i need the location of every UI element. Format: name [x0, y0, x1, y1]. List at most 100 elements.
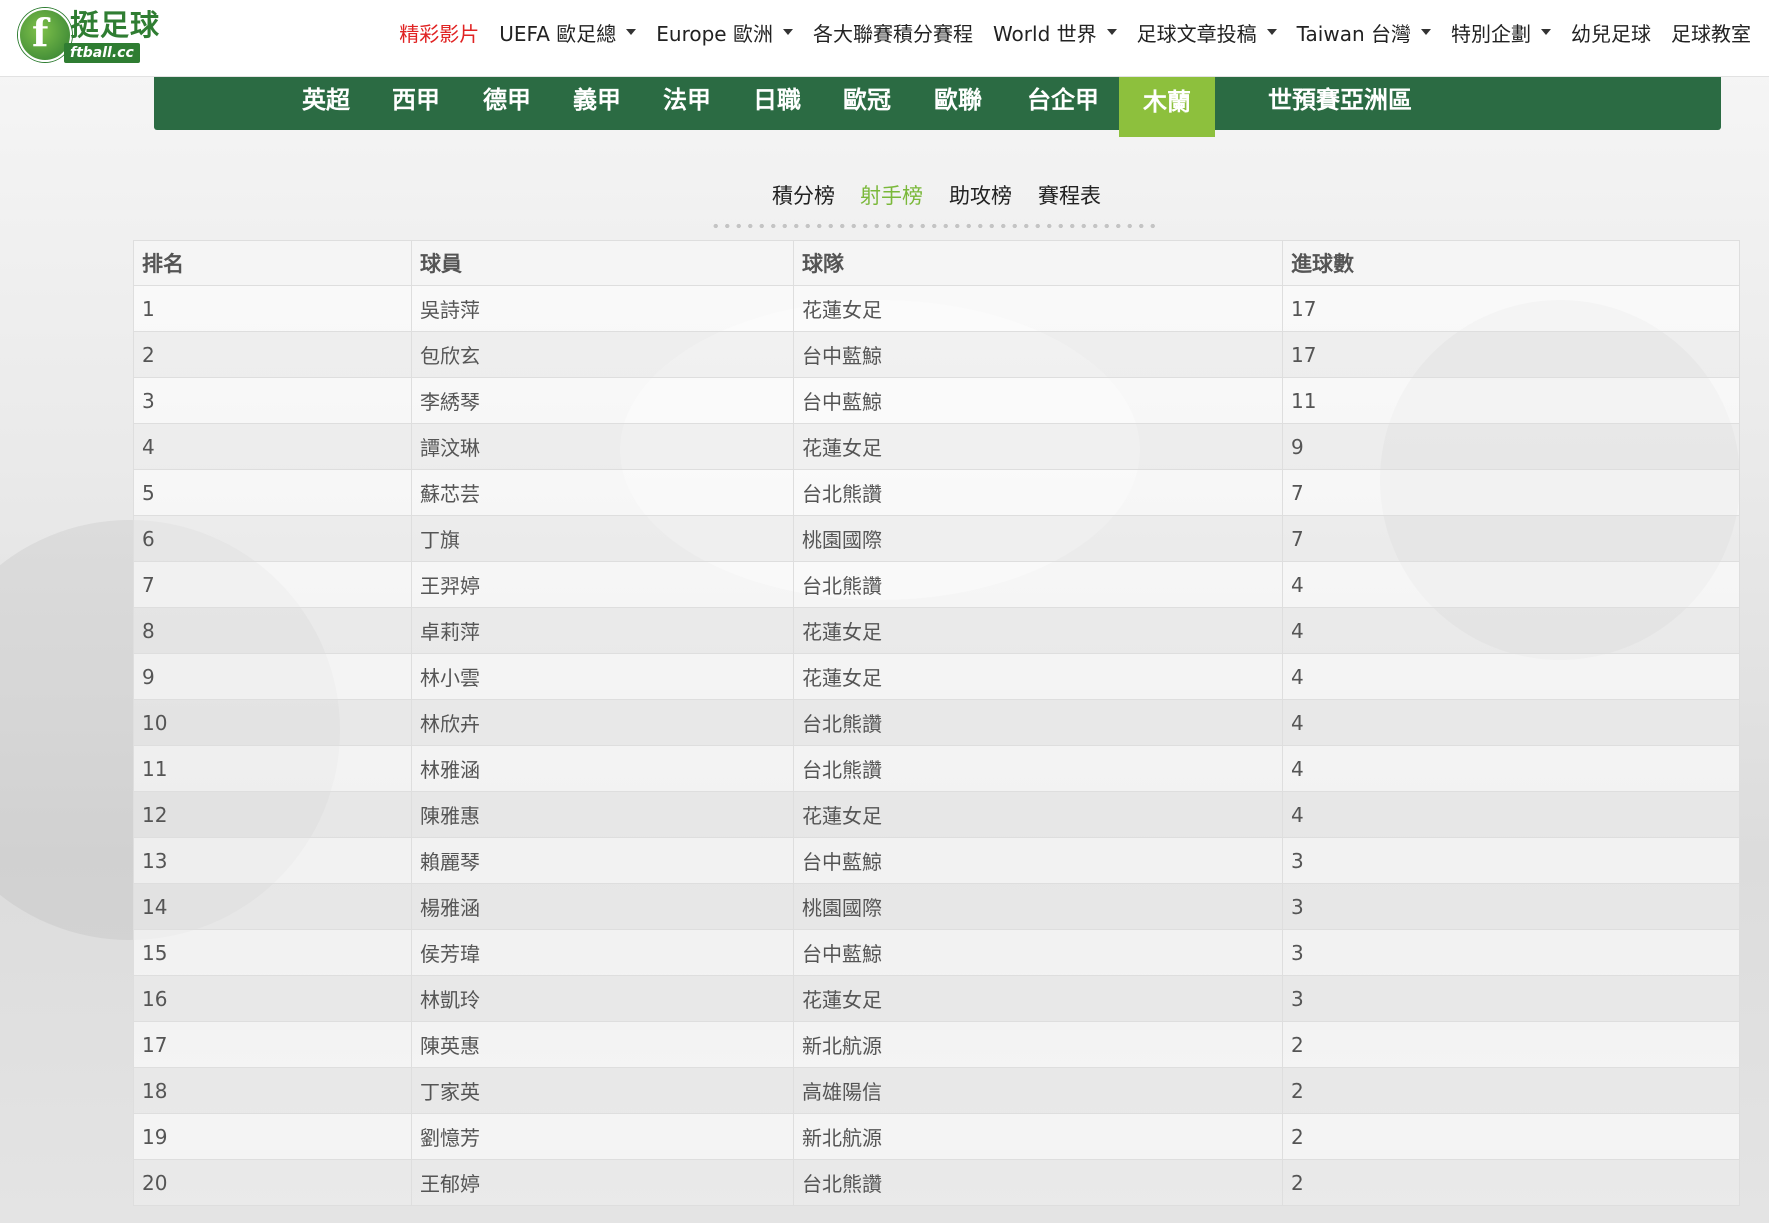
cell-rank: 20 — [133, 1159, 412, 1206]
sub-tab[interactable]: 助攻榜 — [949, 180, 1012, 210]
table-row: 15 侯芳瑋 台中藍鯨 3 — [133, 929, 1740, 976]
cell-team: 花蓮女足 — [793, 423, 1283, 470]
caret-down-icon — [1106, 29, 1117, 35]
header-player: 球員 — [411, 240, 794, 286]
cell-player: 丁家英 — [411, 1067, 794, 1114]
table-row: 3 李綉琴 台中藍鯨 11 — [133, 377, 1740, 424]
nav-item[interactable]: 精彩影片 — [399, 18, 479, 47]
nav-item[interactable]: Europe 歐洲 — [656, 18, 793, 47]
site-header: f 挺足球 ftball.cc 精彩影片 UEFA 歐足總 Europe 歐洲 各大聯… — [0, 0, 1769, 77]
cell-team: 台北熊讚 — [793, 745, 1283, 792]
table-row: 20 王郁婷 台北熊讚 2 — [133, 1159, 1740, 1206]
nav-item[interactable]: Taiwan 台灣 — [1297, 18, 1431, 47]
cell-rank: 14 — [133, 883, 412, 930]
cell-goals: 4 — [1282, 699, 1740, 746]
league-tab[interactable]: 木蘭 — [1119, 77, 1215, 137]
cell-team: 花蓮女足 — [793, 285, 1283, 332]
cell-rank: 11 — [133, 745, 412, 792]
cell-goals: 4 — [1282, 653, 1740, 700]
cell-player: 李綉琴 — [411, 377, 794, 424]
cell-goals: 17 — [1282, 331, 1740, 378]
cell-team: 新北航源 — [793, 1021, 1283, 1068]
cell-player: 卓莉萍 — [411, 607, 794, 654]
nav-item-label: UEFA 歐足總 — [499, 21, 617, 46]
nav-item-label: World 世界 — [992, 21, 1097, 46]
league-tab[interactable]: 德甲 — [471, 77, 543, 130]
table-row: 8 卓莉萍 花蓮女足 4 — [133, 607, 1740, 654]
nav-item[interactable]: 特別企劃 — [1451, 18, 1551, 47]
league-tab[interactable]: 世預賽亞洲區 — [1251, 77, 1429, 130]
stats-sub-tabs: 積分榜 射手榜 助攻榜 賽程表 — [710, 180, 1160, 230]
cell-team: 桃園國際 — [793, 883, 1283, 930]
nav-item-label: 精彩影片 — [399, 21, 480, 46]
cell-rank: 12 — [133, 791, 412, 838]
cell-player: 林欣卉 — [411, 699, 794, 746]
sub-tab[interactable]: 積分榜 — [772, 180, 835, 210]
table-row: 17 陳英惠 新北航源 2 — [133, 1021, 1740, 1068]
cell-team: 台北熊讚 — [793, 699, 1283, 746]
cell-player: 林小雲 — [411, 653, 794, 700]
logo-chinese-text: 挺足球 — [70, 8, 161, 42]
league-tab[interactable]: 日職 — [741, 77, 813, 130]
cell-player: 王羿婷 — [411, 561, 794, 608]
cell-team: 花蓮女足 — [793, 975, 1283, 1022]
league-tab[interactable]: 台企甲 — [1012, 77, 1114, 130]
cell-rank: 7 — [133, 561, 412, 608]
league-tab[interactable]: 歐冠 — [831, 77, 903, 130]
cell-player: 包欣玄 — [411, 331, 794, 378]
logo-english-text: ftball.cc — [64, 43, 140, 63]
cell-team: 台中藍鯨 — [793, 331, 1283, 378]
cell-goals: 3 — [1282, 929, 1740, 976]
cell-team: 花蓮女足 — [793, 791, 1283, 838]
league-tab[interactable]: 法甲 — [651, 77, 723, 130]
cell-rank: 3 — [133, 377, 412, 424]
league-tab[interactable]: 歐聯 — [922, 77, 994, 130]
nav-item-label: 幼兒足球 — [1571, 21, 1651, 46]
cell-player: 陳雅惠 — [411, 791, 794, 838]
cell-team: 台中藍鯨 — [793, 929, 1283, 976]
sub-tab[interactable]: 射手榜 — [860, 180, 923, 210]
nav-item[interactable]: 足球教室 — [1671, 18, 1751, 47]
cell-player: 林凱玲 — [411, 975, 794, 1022]
nav-item[interactable]: World 世界 — [993, 18, 1117, 47]
caret-down-icon — [782, 29, 793, 35]
cell-goals: 2 — [1282, 1159, 1740, 1206]
cell-player: 楊雅涵 — [411, 883, 794, 930]
cell-team: 台中藍鯨 — [793, 837, 1283, 884]
cell-team: 台中藍鯨 — [793, 377, 1283, 424]
cell-rank: 18 — [133, 1067, 412, 1114]
cell-rank: 16 — [133, 975, 412, 1022]
main-navigation: 精彩影片 UEFA 歐足總 Europe 歐洲 各大聯賽積分賽程 World 世界 足球文… — [399, 0, 1751, 64]
cell-rank: 4 — [133, 423, 412, 470]
league-tab[interactable]: 英超 — [290, 77, 362, 130]
table-row: 12 陳雅惠 花蓮女足 4 — [133, 791, 1740, 838]
nav-item[interactable]: 幼兒足球 — [1571, 18, 1651, 47]
cell-rank: 17 — [133, 1021, 412, 1068]
nav-item[interactable]: UEFA 歐足總 — [499, 18, 637, 47]
nav-item-label: 特別企劃 — [1451, 21, 1531, 46]
sub-tab[interactable]: 賽程表 — [1038, 180, 1101, 210]
cell-goals: 4 — [1282, 745, 1740, 792]
nav-item[interactable]: 各大聯賽積分賽程 — [813, 18, 973, 47]
table-row: 6 丁旗 桃園國際 7 — [133, 515, 1740, 562]
cell-rank: 10 — [133, 699, 412, 746]
nav-item[interactable]: 足球文章投稿 — [1137, 18, 1277, 47]
table-row: 2 包欣玄 台中藍鯨 17 — [133, 331, 1740, 378]
league-tab[interactable]: 西甲 — [380, 77, 452, 130]
table-row: 1 吳詩萍 花蓮女足 17 — [133, 285, 1740, 332]
cell-goals: 3 — [1282, 883, 1740, 930]
table-row: 4 譚汶琳 花蓮女足 9 — [133, 423, 1740, 470]
table-row: 7 王羿婷 台北熊讚 4 — [133, 561, 1740, 608]
cell-rank: 6 — [133, 515, 412, 562]
cell-team: 高雄陽信 — [793, 1067, 1283, 1114]
league-tab[interactable]: 義甲 — [561, 77, 633, 130]
cell-player: 劉憶芳 — [411, 1113, 794, 1160]
nav-item-label: 足球文章投稿 — [1136, 21, 1257, 46]
cell-goals: 3 — [1282, 837, 1740, 884]
cell-player: 譚汶琳 — [411, 423, 794, 470]
caret-down-icon — [626, 29, 637, 35]
cell-goals: 4 — [1282, 607, 1740, 654]
site-logo[interactable]: f 挺足球 ftball.cc — [18, 8, 162, 63]
nav-item-label: 足球教室 — [1671, 21, 1751, 46]
cell-player: 王郁婷 — [411, 1159, 794, 1206]
